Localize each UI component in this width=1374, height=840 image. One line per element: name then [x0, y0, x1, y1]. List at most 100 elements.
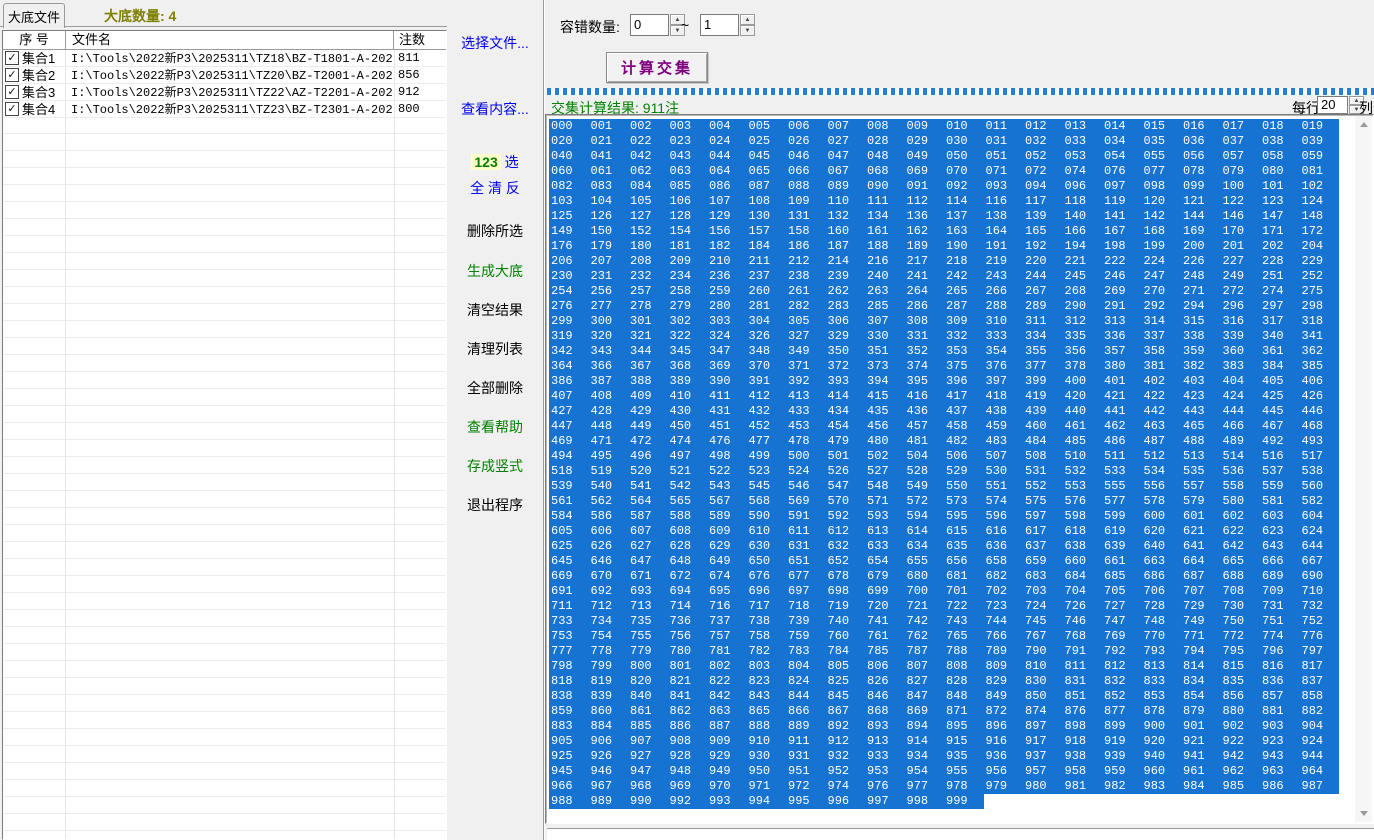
- number-cell: 724: [1023, 599, 1063, 614]
- tolerance-min-input[interactable]: 0: [630, 14, 669, 36]
- clear-results-button[interactable]: 清空结果: [447, 300, 543, 320]
- save-vertical-button[interactable]: 存成竖式: [447, 456, 543, 476]
- number-cell: 860: [588, 704, 628, 719]
- number-cell: 117: [1023, 194, 1063, 209]
- number-cell: 723: [983, 599, 1023, 614]
- delete-all-button[interactable]: 全部删除: [447, 378, 543, 398]
- number-cell: 534: [1141, 464, 1181, 479]
- number-cell: 303: [707, 314, 747, 329]
- all-clear-invert-buttons[interactable]: 全 清 反: [447, 178, 543, 198]
- number-cell: 027: [825, 134, 865, 149]
- number-cell: 321: [628, 329, 668, 344]
- scroll-down-icon[interactable]: [1355, 805, 1372, 822]
- number-cell: 431: [707, 404, 747, 419]
- quick-123-button[interactable]: 123: [471, 154, 501, 170]
- number-cell: 384: [1260, 359, 1300, 374]
- calc-intersection-button[interactable]: 计算交集: [606, 52, 708, 83]
- number-cell: 738: [746, 614, 786, 629]
- number-cell: 037: [1220, 134, 1260, 149]
- number-cell: 663: [1141, 554, 1181, 569]
- number-cell: 838: [549, 689, 589, 704]
- grid-row: 561 562 564 565 567 568 569 570 571 572 573 574 575 5…: [549, 494, 1354, 509]
- number-cell: 084: [628, 179, 668, 194]
- number-cell: 050: [944, 149, 984, 164]
- number-cell: 914: [904, 734, 944, 749]
- number-cell: 552: [1023, 479, 1063, 494]
- number-cell: 417: [944, 389, 984, 404]
- number-cell: 049: [904, 149, 944, 164]
- number-cell: 962: [1220, 764, 1260, 779]
- number-cell: 476: [707, 434, 747, 449]
- number-cell: 672: [667, 569, 707, 584]
- number-cell: 444: [1220, 404, 1260, 419]
- clean-list-button[interactable]: 清理列表: [447, 339, 543, 359]
- number-cell: 378: [1062, 359, 1102, 374]
- number-cell: 448: [588, 419, 628, 434]
- exit-program-button[interactable]: 退出程序: [447, 495, 543, 515]
- table-row[interactable]: ✓ 集合3 I:\Tools\2022新P3\2025311\TZ22\AZ-T2…: [3, 83, 446, 101]
- tab-dadi-files[interactable]: 大底文件: [3, 3, 65, 28]
- number-cell: 904: [1299, 719, 1339, 734]
- row-checkbox[interactable]: ✓: [5, 84, 19, 99]
- number-cell: 887: [707, 719, 747, 734]
- vertical-scrollbar[interactable]: [1355, 116, 1372, 822]
- number-cell: 680: [904, 569, 944, 584]
- row-checkbox[interactable]: ✓: [5, 50, 19, 65]
- number-cell: 871: [944, 704, 984, 719]
- row-checkbox[interactable]: ✓: [5, 67, 19, 82]
- number-cell: 799: [588, 659, 628, 674]
- number-cell: 300: [588, 314, 628, 329]
- number-cell: 067: [825, 164, 865, 179]
- tolerance-max-input[interactable]: 1: [700, 14, 739, 36]
- number-cell: 457: [904, 419, 944, 434]
- quick-select-button[interactable]: 选: [505, 154, 519, 170]
- number-cell: 064: [707, 164, 747, 179]
- column-header-filename[interactable]: 文件名: [66, 31, 394, 49]
- number-cell: 934: [904, 749, 944, 764]
- number-cell: 345: [667, 344, 707, 359]
- number-cell: 660: [1062, 554, 1102, 569]
- spin-up-button[interactable]: ▲: [740, 14, 755, 25]
- number-cell: 809: [983, 659, 1023, 674]
- per-row-input[interactable]: 20: [1317, 96, 1348, 114]
- number-cell: 703: [1023, 584, 1063, 599]
- number-cell: 768: [1062, 629, 1102, 644]
- number-cell: 488: [1181, 434, 1221, 449]
- number-cell: 788: [944, 644, 984, 659]
- view-help-button[interactable]: 查看帮助: [447, 417, 543, 437]
- number-cell: 571: [865, 494, 905, 509]
- tab-strip-line: [0, 26, 447, 27]
- column-header-serial[interactable]: 序 号: [3, 31, 66, 49]
- number-cell: 152: [628, 224, 668, 239]
- delete-selected-button[interactable]: 删除所选: [447, 221, 543, 241]
- number-cell: 108: [746, 194, 786, 209]
- scroll-up-icon[interactable]: [1355, 116, 1372, 133]
- number-cell: 186: [786, 239, 826, 254]
- number-cell: 751: [1260, 614, 1300, 629]
- number-cell: 510: [1062, 449, 1102, 464]
- number-cell: 589: [707, 509, 747, 524]
- generate-base-button[interactable]: 生成大底: [447, 261, 543, 281]
- number-cell: 782: [746, 644, 786, 659]
- number-cell: 526: [825, 464, 865, 479]
- number-cell: 484: [1023, 434, 1063, 449]
- number-cell: 522: [707, 464, 747, 479]
- number-cell: 756: [667, 629, 707, 644]
- view-content-button[interactable]: 查看内容...: [447, 99, 543, 119]
- table-row[interactable]: ✓ 集合1 I:\Tools\2022新P3\2025311\TZ18\BZ-T1…: [3, 49, 446, 67]
- number-cell: 330: [865, 329, 905, 344]
- number-cell: 076: [1102, 164, 1142, 179]
- spin-down-button[interactable]: ▼: [740, 25, 755, 36]
- number-cell: 800: [628, 659, 668, 674]
- number-cell: 021: [588, 134, 628, 149]
- row-checkbox[interactable]: ✓: [5, 101, 19, 116]
- result-grid[interactable]: 000 001 002 003 004 005 006 007 008 009 010 011 012 0…: [549, 119, 1354, 821]
- number-cell: 704: [1062, 584, 1102, 599]
- number-cell: 409: [628, 389, 668, 404]
- select-file-button[interactable]: 选择文件...: [447, 33, 543, 53]
- table-row[interactable]: ✓ 集合2 I:\Tools\2022新P3\2025311\TZ20\BZ-T2…: [3, 66, 446, 84]
- table-row[interactable]: ✓ 集合4 I:\Tools\2022新P3\2025311\TZ23\BZ-T2…: [3, 100, 446, 118]
- column-header-count[interactable]: 注数: [394, 31, 446, 49]
- number-cell: 224: [1141, 254, 1181, 269]
- number-cell: 824: [786, 674, 826, 689]
